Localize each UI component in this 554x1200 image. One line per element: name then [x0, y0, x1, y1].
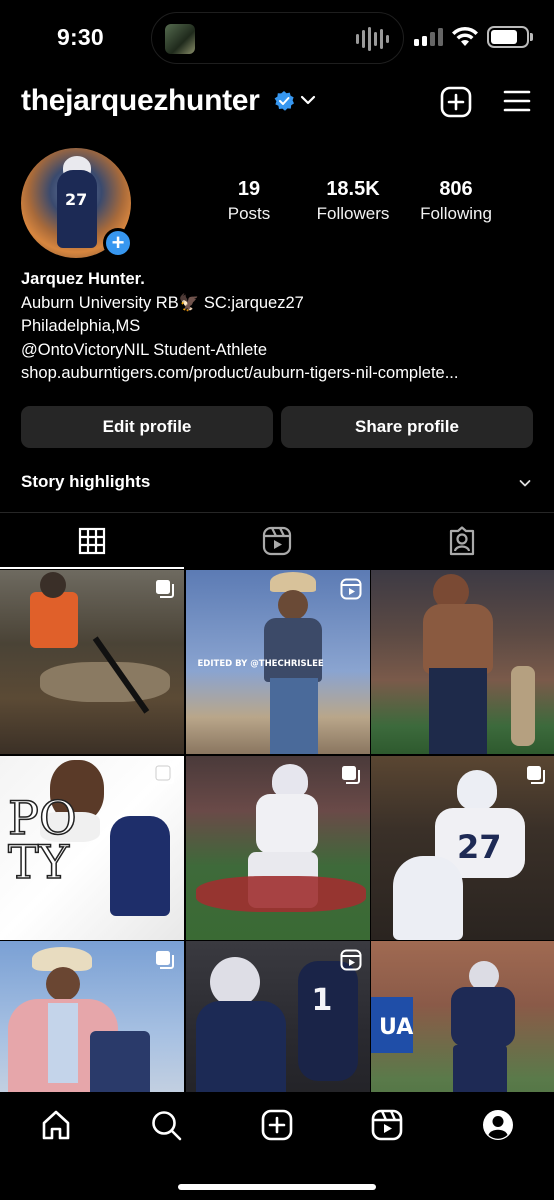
create-post-icon[interactable]: [440, 86, 472, 118]
stat-label: Posts: [227, 204, 271, 223]
nav-home[interactable]: [39, 1108, 73, 1142]
stat-value: 18.5K: [326, 178, 380, 200]
reels-icon: [340, 578, 361, 600]
reels-icon: [340, 949, 361, 971]
verified-badge-icon: [274, 91, 294, 111]
nav-search[interactable]: [149, 1108, 183, 1142]
profile-tabs: [0, 513, 554, 569]
nav-create[interactable]: [260, 1108, 294, 1142]
post-thumbnail[interactable]: [0, 570, 184, 754]
tab-tagged[interactable]: [370, 513, 554, 569]
post-thumbnail[interactable]: EDITED BY @THECHRISLEE: [185, 570, 370, 754]
post-thumbnail[interactable]: [371, 570, 554, 754]
hamburger-menu-icon[interactable]: [503, 88, 531, 114]
add-story-icon[interactable]: +: [103, 228, 133, 258]
bio-mention-link[interactable]: @OntoVictoryNIL Student-Athlete: [21, 339, 541, 363]
display-name: Jarquez Hunter.: [21, 270, 145, 288]
post-caption-overlay: PO TY: [7, 790, 77, 889]
bio-line: Philadelphia,MS: [21, 317, 141, 335]
carousel-icon: [341, 765, 360, 784]
profile-avatar[interactable]: 27 +: [21, 148, 133, 258]
post-thumbnail[interactable]: 27: [371, 755, 554, 940]
home-icon: [42, 1110, 70, 1140]
wifi-icon: [452, 26, 478, 46]
stat-value: 806: [439, 178, 473, 200]
search-icon: [152, 1111, 182, 1141]
story-highlights-toggle[interactable]: Story highlights: [21, 472, 150, 492]
posts-grid: EDITED BY @THECHRISLEE PO TY 27 1 UA: [0, 570, 554, 1125]
stat-label: Following: [420, 204, 492, 223]
dynamic-island[interactable]: [151, 12, 404, 64]
reels-icon: [371, 1109, 403, 1141]
following-count[interactable]: 806 Following: [410, 178, 502, 224]
profile-avatar-icon: [483, 1110, 513, 1140]
tab-posts-grid[interactable]: [0, 513, 184, 569]
carousel-icon: [156, 580, 174, 598]
nav-profile[interactable]: [481, 1108, 515, 1142]
status-time: 9:30: [57, 24, 104, 50]
followers-count[interactable]: 18.5K Followers: [306, 178, 400, 224]
home-indicator[interactable]: [178, 1184, 376, 1190]
tagged-icon: [449, 526, 475, 556]
carousel-icon: [156, 951, 174, 969]
battery-icon: [487, 26, 533, 48]
tab-reels[interactable]: [185, 513, 369, 569]
chevron-down-icon[interactable]: [519, 479, 531, 488]
post-caption-overlay: EDITED BY @THECHRISLEE: [197, 659, 324, 669]
carousel-icon: [527, 765, 545, 784]
username-switcher[interactable]: thejarquezhunter: [21, 84, 260, 118]
bio-website-link[interactable]: shop.auburntigers.com/product/auburn-tig…: [21, 362, 541, 386]
cellular-signal-icon: [414, 28, 443, 46]
profile-header: thejarquezhunter: [0, 80, 554, 126]
nav-reels[interactable]: [370, 1108, 404, 1142]
share-profile-button[interactable]: Share profile: [281, 406, 533, 448]
reels-icon: [262, 526, 292, 556]
carousel-icon: [155, 765, 174, 784]
stat-value: 19: [237, 178, 261, 200]
bio-line: Auburn University RB🦅 SC:jarquez27: [21, 293, 304, 312]
chevron-down-icon[interactable]: [300, 94, 316, 106]
edit-profile-button[interactable]: Edit profile: [21, 406, 273, 448]
profile-bio: Jarquez Hunter. Auburn University RB🦅 SC…: [21, 268, 541, 386]
grid-icon: [78, 527, 106, 555]
post-thumbnail[interactable]: PO TY: [0, 755, 184, 940]
status-bar: 9:30: [0, 0, 554, 76]
posts-count[interactable]: 19 Posts: [209, 178, 289, 224]
stat-label: Followers: [316, 204, 390, 223]
audio-waveform-icon: [356, 27, 389, 51]
create-post-icon: [261, 1109, 293, 1141]
now-playing-artwork: [165, 24, 195, 54]
post-thumbnail[interactable]: [185, 755, 370, 940]
